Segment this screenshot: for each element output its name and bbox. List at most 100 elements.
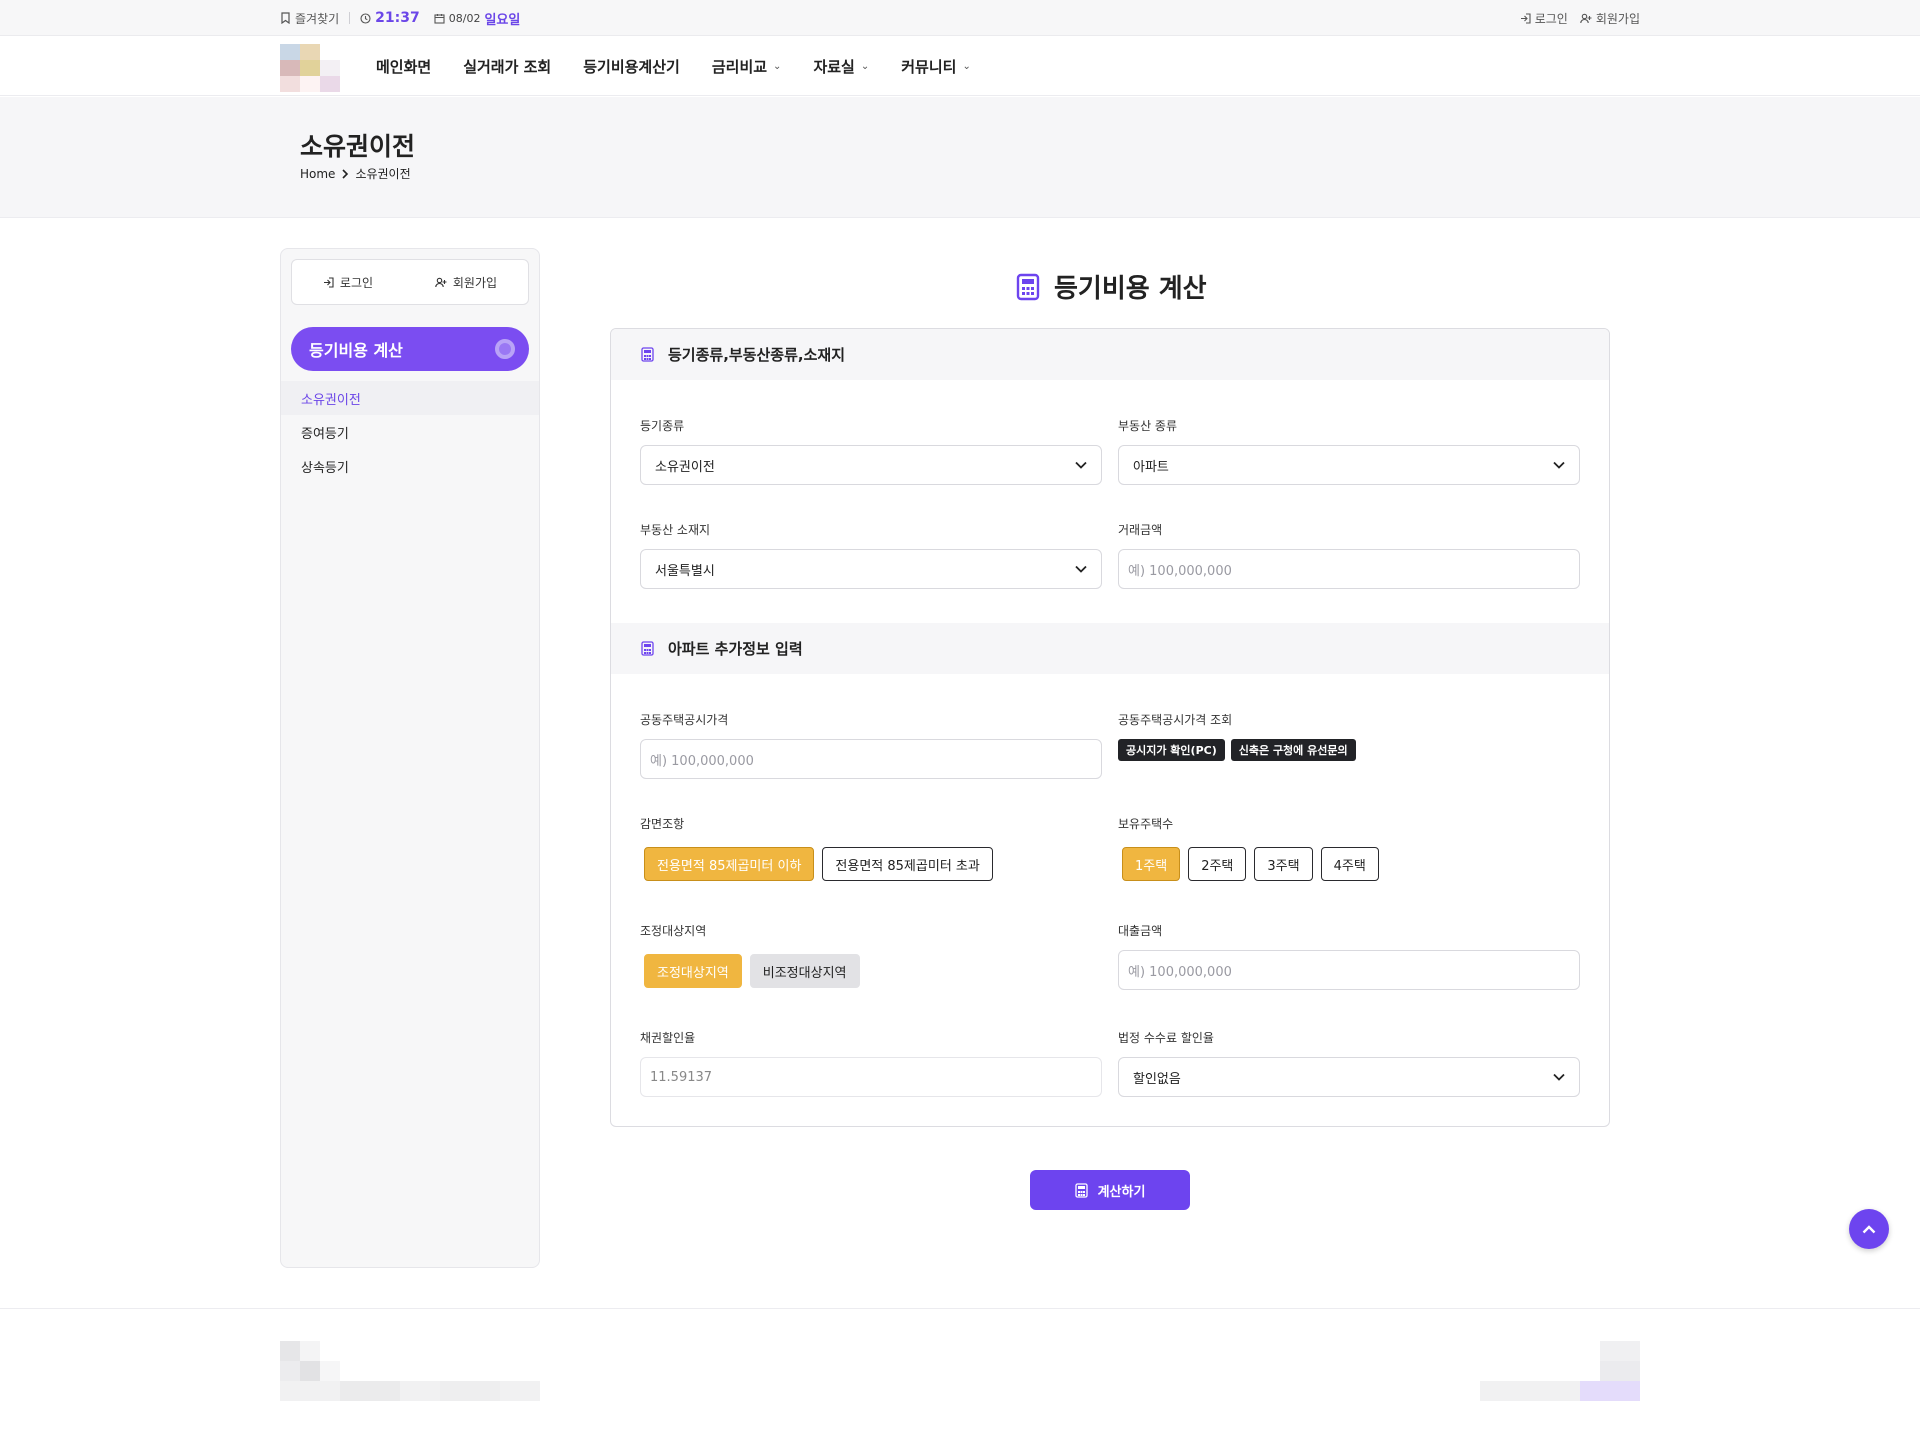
input-placeholder: 예) 100,000,000 — [1128, 964, 1232, 980]
houses-option-3[interactable]: 3주택 — [1254, 847, 1313, 881]
public-price-input[interactable]: 예) 100,000,000 — [640, 739, 1102, 779]
sidebar-login-label: 로그인 — [339, 275, 374, 290]
section-header-basic: 등기종류,부동산종류,소재지 — [611, 329, 1609, 380]
location-label: 부동산 소재지 — [640, 523, 711, 537]
login-icon — [323, 276, 334, 288]
scroll-to-top-button[interactable] — [1849, 1209, 1889, 1249]
calculate-button-label: 계산하기 — [1097, 1184, 1146, 1200]
fee-discount-select[interactable]: 할인없음 — [1118, 1057, 1580, 1097]
public-price-lookup-buttons: 공시지가 확인(PC) 신축은 구청에 유선문의 — [1118, 739, 1356, 761]
toggle-circle-icon — [495, 339, 515, 359]
sidebar-login-button[interactable]: 로그인 — [323, 274, 373, 291]
user-plus-icon — [1580, 13, 1592, 24]
public-price-lookup-label: 공동주택공시가격 조회 — [1118, 713, 1233, 727]
calculate-button[interactable]: 계산하기 — [1030, 1170, 1190, 1210]
current-day: 일요일 — [484, 12, 521, 28]
chevron-down-icon — [1553, 461, 1565, 469]
section-title: 아파트 추가정보 입력 — [668, 640, 803, 658]
trade-amount-input[interactable]: 예) 100,000,000 — [1118, 549, 1580, 589]
nav-label: 자료실 — [813, 57, 855, 76]
page-title: 소유권이전 — [300, 132, 416, 161]
chevron-down-icon: ⌄ — [860, 60, 870, 72]
public-price-check-button[interactable]: 공시지가 확인(PC) — [1118, 739, 1225, 761]
chevron-right-icon — [341, 168, 349, 179]
chevron-down-icon — [1075, 565, 1087, 573]
houses-option-4[interactable]: 4주택 — [1320, 847, 1379, 881]
user-plus-icon — [435, 277, 447, 288]
loan-amount-label: 대출금액 — [1118, 924, 1163, 938]
calculator-form-card: 등기종류,부동산종류,소재지 등기종류 소유권이전 부동산 종류 아파트 부동산… — [610, 328, 1610, 1127]
new-building-inquiry-button[interactable]: 신축은 구청에 유선문의 — [1230, 739, 1356, 761]
calculator-title-text: 등기비용 계산 — [1054, 274, 1207, 304]
bond-discount-rate-label: 채권할인율 — [640, 1031, 696, 1045]
nav-label: 메인화면 — [376, 57, 432, 76]
breadcrumb-home[interactable]: Home — [300, 167, 335, 181]
input-placeholder: 예) 100,000,000 — [1128, 563, 1232, 579]
loan-amount-input[interactable]: 예) 100,000,000 — [1118, 950, 1580, 990]
bond-discount-rate-input[interactable]: 11.59137 — [640, 1057, 1102, 1097]
bookmark-link[interactable]: 즐겨찾기 — [280, 10, 339, 27]
top-signup-link[interactable]: 회원가입 — [1580, 10, 1640, 27]
main-nav: 메인화면 실거래가 조회 등기비용계산기 금리비교 ⌄ 자료실 ⌄ 커뮤니티 ⌄ — [376, 36, 971, 96]
nav-item-community[interactable]: 커뮤니티 ⌄ — [901, 56, 971, 77]
select-value: 서울특별시 — [655, 563, 715, 579]
input-value: 11.59137 — [650, 1069, 713, 1085]
calendar-icon — [434, 13, 445, 24]
nav-item-real-price[interactable]: 실거래가 조회 — [463, 56, 551, 77]
sidebar-item-label: 증여등기 — [301, 426, 349, 442]
nav-label: 등기비용계산기 — [583, 57, 680, 76]
select-value: 할인없음 — [1133, 1071, 1181, 1087]
nav-item-rate-compare[interactable]: 금리비교 ⌄ — [712, 56, 782, 77]
current-time: 21:37 — [375, 10, 420, 26]
sidebar-item-gift-registration[interactable]: 증여등기 — [281, 415, 539, 449]
registration-type-select[interactable]: 소유권이전 — [640, 445, 1102, 485]
nav-item-home[interactable]: 메인화면 — [376, 56, 431, 77]
top-login-link[interactable]: 로그인 — [1520, 10, 1568, 27]
section-header-apartment: 아파트 추가정보 입력 — [611, 623, 1609, 674]
calculator-icon — [1074, 1182, 1088, 1198]
section-title: 등기종류,부동산종류,소재지 — [668, 346, 845, 364]
site-logo[interactable] — [280, 44, 340, 92]
reduction-option-over-85[interactable]: 전용면적 85제곱미터 초과 — [822, 847, 993, 881]
sidebar-signup-button[interactable]: 회원가입 — [435, 274, 497, 291]
sidebar-active-label: 등기비용 계산 — [309, 341, 403, 360]
breadcrumb: Home 소유권이전 — [300, 165, 411, 182]
nav-item-registration-calc[interactable]: 등기비용계산기 — [583, 56, 680, 77]
location-select[interactable]: 서울특별시 — [640, 549, 1102, 589]
regulated-area-options: 조정대상지역 비조정대상지역 — [644, 954, 860, 988]
chevron-down-icon: ⌄ — [773, 60, 782, 72]
trade-amount-label: 거래금액 — [1118, 523, 1163, 537]
clock-icon — [360, 12, 371, 24]
calculator-icon — [1016, 273, 1040, 301]
regulated-option-no[interactable]: 비조정대상지역 — [749, 954, 860, 988]
sidebar-item-inheritance-registration[interactable]: 상속등기 — [281, 449, 539, 483]
public-price-label: 공동주택공시가격 — [640, 713, 729, 727]
reduction-option-under-85[interactable]: 전용면적 85제곱미터 이하 — [644, 847, 815, 881]
calculator-icon — [641, 347, 654, 362]
bookmark-label: 즐겨찾기 — [295, 11, 340, 26]
bookmark-icon — [280, 12, 291, 24]
chevron-up-icon — [1862, 1224, 1876, 1234]
nav-item-archive[interactable]: 자료실 ⌄ — [813, 56, 869, 77]
chevron-down-icon — [1553, 1073, 1565, 1081]
houses-option-2[interactable]: 2주택 — [1188, 847, 1247, 881]
property-type-select[interactable]: 아파트 — [1118, 445, 1580, 485]
houses-owned-options: 1주택 2주택 3주택 4주택 — [1122, 847, 1379, 881]
regulated-option-yes[interactable]: 조정대상지역 — [644, 954, 742, 988]
select-value: 아파트 — [1133, 459, 1169, 475]
reduction-options: 전용면적 85제곱미터 이하 전용면적 85제곱미터 초과 — [644, 847, 993, 881]
sidebar-item-ownership-transfer[interactable]: 소유권이전 — [281, 381, 539, 415]
nav-label: 금리비교 — [711, 57, 768, 76]
fee-discount-label: 법정 수수료 할인율 — [1118, 1031, 1214, 1045]
houses-option-1[interactable]: 1주택 — [1122, 847, 1181, 881]
footer — [0, 1308, 1920, 1429]
regulated-area-label: 조정대상지역 — [640, 924, 707, 938]
footer-partner-logo — [1480, 1341, 1640, 1401]
houses-owned-label: 보유주택수 — [1118, 817, 1174, 831]
footer-logo — [280, 1341, 540, 1401]
sidebar-active-menu[interactable]: 등기비용 계산 — [291, 327, 529, 371]
current-date: 08/02 — [448, 11, 481, 25]
page-header-band: 소유권이전 Home 소유권이전 — [0, 97, 1920, 218]
chevron-down-icon — [1075, 461, 1087, 469]
main-header: 메인화면 실거래가 조회 등기비용계산기 금리비교 ⌄ 자료실 ⌄ 커뮤니티 ⌄ — [0, 36, 1920, 96]
